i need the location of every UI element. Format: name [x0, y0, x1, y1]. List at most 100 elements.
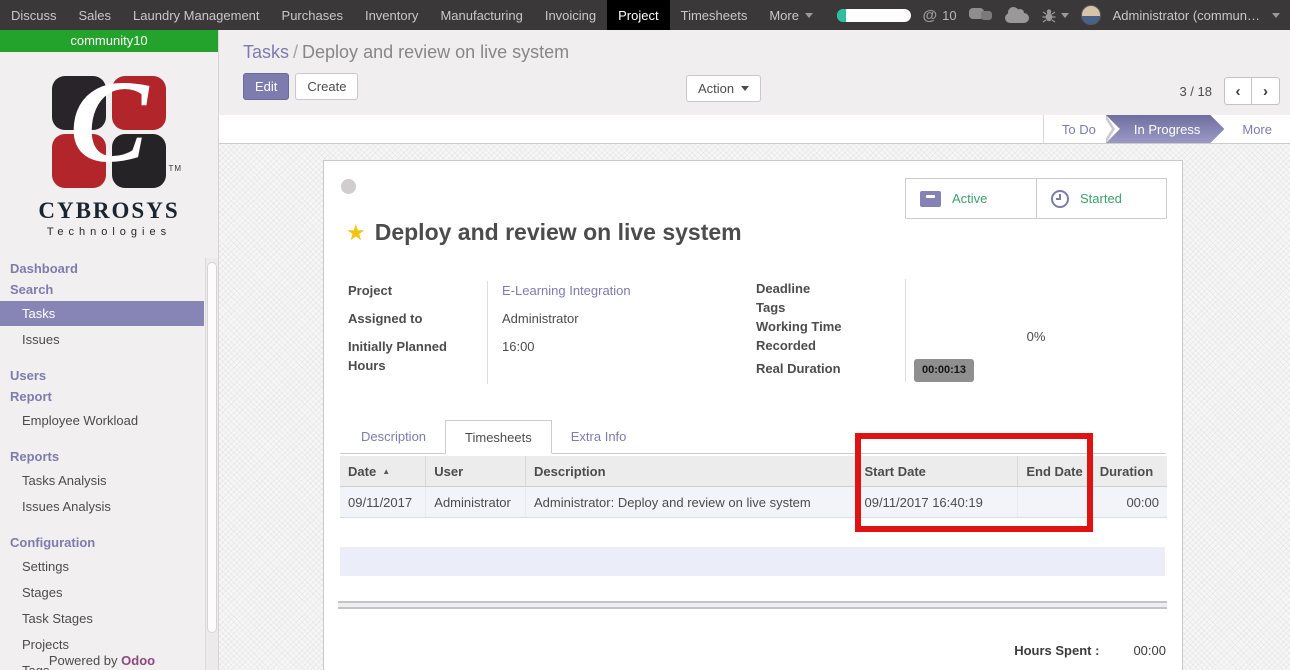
logo-square-black	[112, 134, 166, 188]
edit-button[interactable]: Edit	[243, 73, 289, 100]
menu-manufacturing[interactable]: Manufacturing	[429, 0, 533, 30]
sidebar-item-tasks[interactable]: Tasks	[0, 301, 204, 326]
sidebar-item-tasks-analysis[interactable]: Tasks Analysis	[0, 468, 204, 493]
top-nav-bar: Discuss Sales Laundry Management Purchas…	[0, 0, 1290, 30]
menu-project[interactable]: Project	[607, 0, 669, 30]
tags-label: Tags	[756, 298, 906, 317]
field-tags: Tags	[756, 298, 1158, 317]
tab-description[interactable]: Description	[342, 420, 445, 453]
tab-timesheets[interactable]: Timesheets	[445, 420, 552, 454]
field-deadline: Deadline	[756, 279, 1158, 298]
stage-in-progress[interactable]: In Progress	[1106, 115, 1224, 143]
title-row: ★ Deploy and review on live system	[346, 219, 742, 246]
timer-widget[interactable]	[837, 9, 911, 22]
hours-spent-value: 00:00	[1133, 643, 1166, 658]
breadcrumb-tasks-link[interactable]: Tasks	[243, 42, 289, 62]
previous-record-button[interactable]: ‹	[1225, 78, 1252, 104]
menu-sales[interactable]: Sales	[68, 0, 123, 30]
content-area: Tasks/Deploy and review on live system E…	[219, 30, 1290, 670]
column-header-start-date[interactable]: Start Date	[856, 456, 1018, 487]
powered-by-text: Powered by	[49, 653, 118, 668]
menu-discuss[interactable]: Discuss	[0, 0, 68, 30]
sidebar-item-search[interactable]: Search	[0, 279, 204, 300]
action-dropdown-button[interactable]: Action	[686, 75, 761, 102]
tab-extra-info[interactable]: Extra Info	[552, 420, 646, 453]
table-row[interactable]: 09/11/2017 Administrator Administrator: …	[340, 487, 1167, 518]
empty-list-band	[340, 547, 1165, 576]
notebook-tabs: Description Timesheets Extra Info	[340, 420, 1166, 454]
pager-counter: 3 / 18	[1179, 84, 1212, 99]
menu-invoicing[interactable]: Invoicing	[534, 0, 607, 30]
stage-selector: To Do In Progress More	[1043, 115, 1290, 143]
column-header-date[interactable]: Date ▲	[340, 456, 426, 487]
column-header-end-date[interactable]: End Date	[1018, 456, 1091, 487]
cell-description: Administrator: Deploy and review on live…	[526, 487, 856, 518]
field-assigned-to: Assigned to Administrator	[348, 309, 734, 337]
assigned-to-label: Assigned to	[348, 309, 488, 337]
logo-squares: C	[52, 76, 166, 188]
sidebar-item-task-stages[interactable]: Task Stages	[0, 606, 204, 631]
date-header-label: Date	[348, 464, 376, 479]
mailbox-counter[interactable]: @ 10	[923, 7, 957, 24]
cloud-icon[interactable]	[1005, 13, 1029, 23]
sort-ascending-icon: ▲	[382, 467, 390, 476]
menu-timesheets[interactable]: Timesheets	[670, 0, 759, 30]
next-record-button[interactable]: ›	[1252, 78, 1279, 104]
sidebar-scrollbar-thumb[interactable]	[207, 262, 217, 633]
field-working-time-recorded: Working Time Recorded 0%	[756, 317, 1158, 355]
sidebar-item-stages[interactable]: Stages	[0, 580, 204, 605]
create-button[interactable]: Create	[295, 73, 358, 100]
status-bar: To Do In Progress More	[219, 115, 1290, 144]
stage-more[interactable]: More	[1224, 115, 1290, 143]
sidebar-item-reports[interactable]: Reports	[0, 446, 204, 467]
user-menu-label[interactable]: Administrator (commun…	[1113, 8, 1260, 23]
avatar[interactable]	[1081, 5, 1101, 25]
chevron-right-icon: ›	[1263, 84, 1268, 99]
control-panel: Tasks/Deploy and review on live system E…	[219, 30, 1290, 115]
clock-icon	[1051, 190, 1069, 208]
planned-hours-value: 16:00	[488, 337, 734, 384]
field-real-duration: Real Duration 00:00:13	[756, 355, 1158, 382]
horizontal-scrollbar[interactable]	[338, 601, 1167, 609]
column-header-description[interactable]: Description	[526, 456, 856, 487]
sidebar-item-dashboard[interactable]: Dashboard	[0, 258, 204, 279]
sidebar-item-settings[interactable]: Settings	[0, 554, 204, 579]
sidebar-item-configuration[interactable]: Configuration	[0, 532, 204, 553]
sidebar-scrollbar[interactable]	[205, 258, 218, 670]
tags-value	[906, 298, 1158, 317]
field-project: Project E-Learning Integration	[348, 281, 734, 309]
menu-more-label: More	[769, 8, 799, 23]
field-planned-hours: Initially Planned Hours 16:00	[348, 337, 734, 384]
debug-menu[interactable]	[1041, 7, 1069, 23]
active-stat-button[interactable]: Active	[906, 179, 1036, 218]
chat-icon[interactable]	[969, 7, 993, 23]
task-title: Deploy and review on live system	[375, 219, 742, 246]
favorite-star-icon[interactable]: ★	[346, 222, 366, 244]
odoo-brand-link[interactable]: Odoo	[121, 653, 155, 668]
menu-inventory[interactable]: Inventory	[354, 0, 429, 30]
sidebar-item-employee-workload[interactable]: Employee Workload	[0, 408, 204, 433]
menu-more[interactable]: More	[758, 0, 824, 30]
project-value-link[interactable]: E-Learning Integration	[488, 281, 734, 309]
field-group-left: Project E-Learning Integration Assigned …	[348, 281, 734, 384]
deadline-value	[906, 279, 1158, 298]
button-row: Edit Create	[243, 73, 1290, 100]
sidebar-item-report[interactable]: Report	[0, 386, 204, 407]
logo-square-red	[52, 134, 106, 188]
menu-purchases[interactable]: Purchases	[271, 0, 354, 30]
sidebar-item-issues[interactable]: Issues	[0, 327, 204, 352]
action-label: Action	[698, 81, 734, 96]
cell-start-date: 09/11/2017 16:40:19	[856, 487, 1018, 518]
column-header-duration[interactable]: Duration	[1091, 456, 1167, 487]
chevron-down-icon	[805, 13, 813, 18]
sidebar-item-issues-analysis[interactable]: Issues Analysis	[0, 494, 204, 519]
cell-end-date	[1018, 487, 1091, 518]
sidebar-item-users[interactable]: Users	[0, 365, 204, 386]
logo-square-red	[112, 76, 166, 130]
stat-buttons: Active Started	[905, 178, 1167, 219]
column-header-user[interactable]: User	[426, 456, 526, 487]
kanban-state-dot[interactable]	[341, 179, 356, 194]
started-stat-button[interactable]: Started	[1036, 179, 1166, 218]
chevron-left-icon: ‹	[1236, 84, 1241, 99]
menu-laundry-management[interactable]: Laundry Management	[122, 0, 270, 30]
